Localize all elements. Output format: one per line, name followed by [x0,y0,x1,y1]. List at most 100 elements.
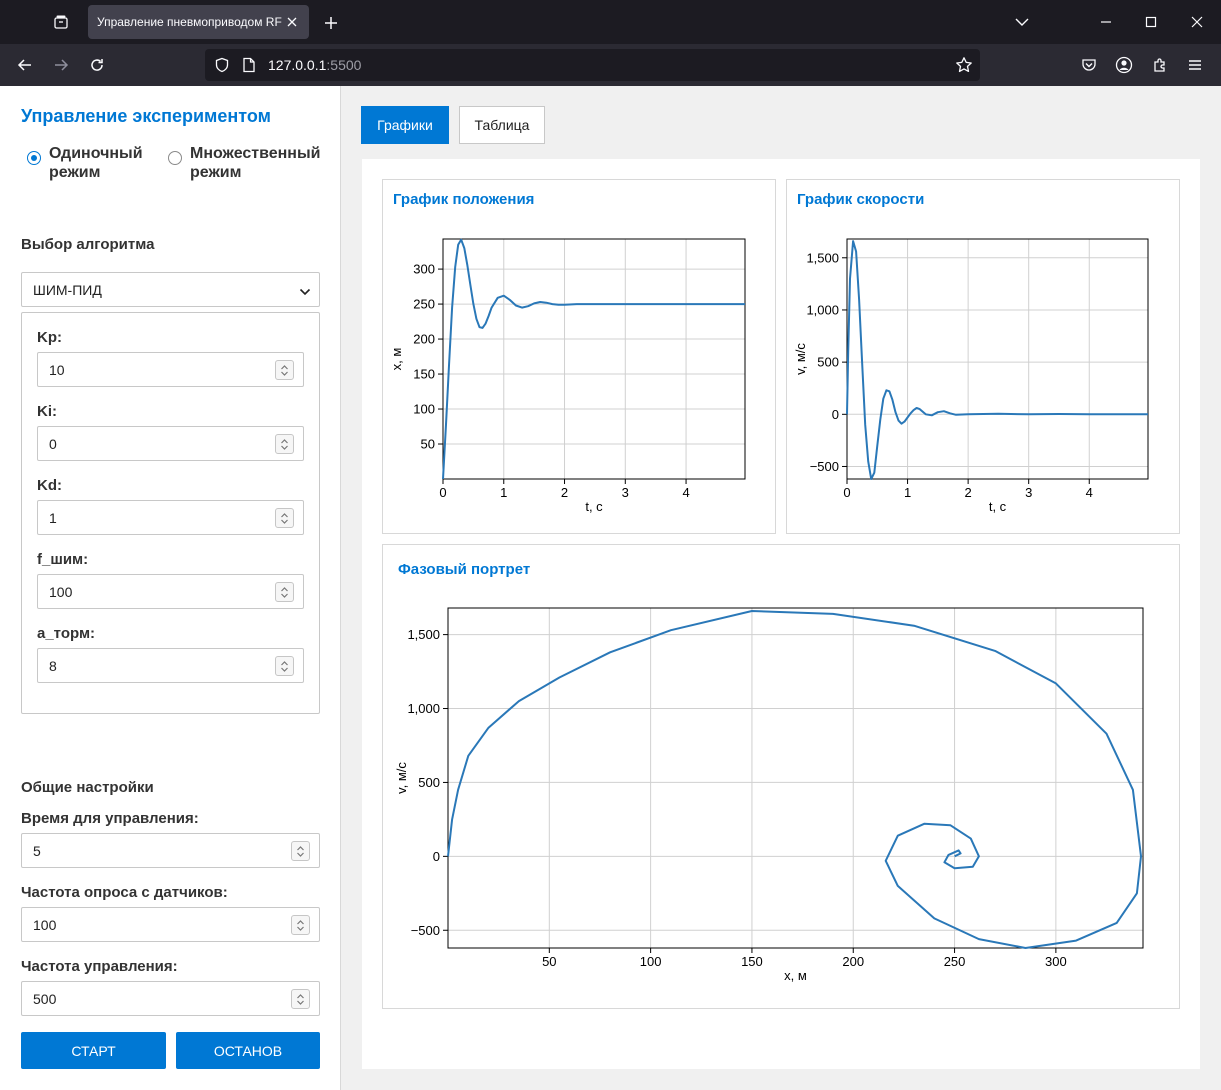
reload-icon[interactable] [81,49,113,81]
y-tick-label: −500 [810,459,839,474]
control-rate-value: 500 [33,990,57,1007]
close-icon[interactable] [283,13,301,31]
ki-value: 0 [49,435,57,452]
param-label-abrake: a_торм: [37,625,96,642]
stop-button[interactable]: ОСТАНОВ [176,1032,320,1069]
tab-list-icon[interactable] [44,8,78,36]
address-bar[interactable]: 127.0.0.1:5500 [205,49,980,81]
spinner-icon[interactable] [275,434,294,454]
menu-icon[interactable] [1179,49,1211,81]
sensor-rate-input[interactable]: 100 [21,907,320,942]
kd-value: 1 [49,509,57,526]
x-tick-label: 300 [1045,954,1067,969]
x-tick-label: 200 [842,954,864,969]
y-tick-label: −500 [411,923,440,938]
chevron-down-icon[interactable] [1002,6,1042,38]
phase-portrait-card: Фазовый портрет 50 100 150 200 250 300 −500 0 50… [382,544,1180,1009]
charts-panel: График положения 0 1 2 3 4 50 100 150 200 250 300 t… [362,159,1200,1069]
radio-multiple[interactable] [168,151,182,165]
spinner-icon[interactable] [275,508,294,528]
x-tick-label: 0 [843,485,850,500]
y-tick-label: 200 [413,332,435,347]
control-time-input[interactable]: 5 [21,833,320,868]
x-tick-label: 4 [1086,485,1093,500]
extensions-icon[interactable] [1144,49,1176,81]
y-axis-label: v, м/с [793,343,808,375]
x-axis-label: x, м [784,968,807,983]
url-port: :5500 [326,57,362,73]
x-axis-label: t, с [989,499,1007,514]
pocket-icon[interactable] [1073,49,1105,81]
y-tick-label: 50 [421,437,435,452]
star-icon[interactable] [955,56,973,77]
chart-grid [846,239,1148,479]
x-tick-label: 0 [439,485,446,500]
abrake-input[interactable]: 8 [37,648,304,683]
control-rate-input[interactable]: 500 [21,981,320,1016]
plot-frame [442,238,746,480]
browser-tab-title: Управление пневмоприводом RF [97,15,282,29]
algorithm-select-value: ШИМ-ПИД [33,281,102,298]
algorithm-params-box: Kp: 10 Ki: 0 Kd: 1 f_шим: 100 a_торм: 8 [21,312,320,714]
maximize-icon[interactable] [1131,6,1171,38]
kp-input[interactable]: 10 [37,352,304,387]
forward-icon[interactable] [45,49,77,81]
url-host: 127.0.0.1 [268,57,327,73]
param-label-kp: Kp: [37,329,62,346]
x-tick-label: 3 [622,485,629,500]
mode-multiple-label: Множественный режим [190,145,321,181]
radio-single[interactable] [27,151,41,165]
y-tick-label: 500 [418,775,440,790]
fpwm-input[interactable]: 100 [37,574,304,609]
ki-input[interactable]: 0 [37,426,304,461]
page-icon [242,57,256,76]
tab-charts[interactable]: Графики [361,106,449,144]
chart-grid [442,239,745,479]
minimize-icon[interactable] [1086,6,1126,38]
y-tick-label: 1,500 [806,250,839,265]
algorithm-select[interactable]: ШИМ-ПИД [21,272,320,307]
kd-input[interactable]: 1 [37,500,304,535]
tab-table[interactable]: Таблица [459,106,545,144]
kp-value: 10 [49,361,65,378]
browser-tab-bar: Управление пневмоприводом RF [0,0,1221,44]
spinner-icon[interactable] [291,989,310,1009]
control-time-label: Время для управления: [21,810,199,827]
mode-multiple-option[interactable]: Множественный режим [168,144,330,182]
algorithm-label: Выбор алгоритма [21,236,155,253]
mode-single-option[interactable]: Одиночный режим [27,144,159,182]
y-tick-label: 0 [832,407,839,422]
param-label-kd: Kd: [37,477,62,494]
x-tick-label: 4 [682,485,689,500]
plot-frame [447,607,1144,949]
back-icon[interactable] [9,49,41,81]
fpwm-value: 100 [49,583,73,600]
browser-tab[interactable]: Управление пневмоприводом RF [88,5,309,39]
control-time-value: 5 [33,842,41,859]
y-tick-label: 1,000 [407,701,440,716]
spinner-icon[interactable] [275,582,294,602]
position-chart: 0 1 2 3 4 50 100 150 200 250 300 t, с x, м [389,238,746,514]
sensor-rate-value: 100 [33,916,57,933]
x-tick-label: 2 [561,485,568,500]
start-button[interactable]: СТАРТ [21,1032,166,1069]
plus-icon[interactable] [318,10,344,36]
spinner-icon[interactable] [291,841,310,861]
spinner-icon[interactable] [275,656,294,676]
param-label-ki: Ki: [37,403,57,420]
y-axis-label: x, м [389,348,404,371]
y-tick-label: 1,000 [806,302,839,317]
x-tick-label: 150 [741,954,763,969]
x-tick-label: 1 [500,485,507,500]
chart-grid [448,608,1143,948]
y-tick-label: 250 [413,297,435,312]
shield-icon[interactable] [214,57,230,76]
x-axis-label: t, с [585,499,603,514]
param-label-fpwm: f_шим: [37,551,89,568]
account-icon[interactable] [1108,49,1140,81]
general-settings-label: Общие настройки [21,779,154,796]
control-rate-label: Частота управления: [21,958,178,975]
spinner-icon[interactable] [275,360,294,380]
close-window-icon[interactable] [1177,6,1217,38]
spinner-icon[interactable] [291,915,310,935]
